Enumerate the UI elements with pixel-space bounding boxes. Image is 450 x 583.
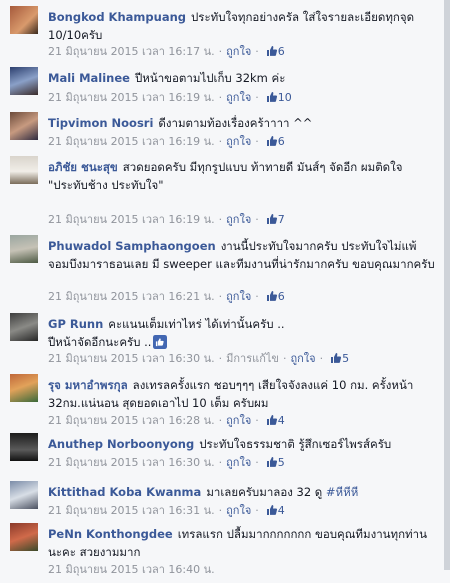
like-count[interactable]: 6: [278, 290, 285, 303]
comment-item: Bongkod Khampuang ประทับใจทุกอย่างครัล ใส…: [0, 6, 443, 66]
thumbs-up-icon: [266, 291, 277, 301]
comment-item: รุจ มหาอำพรกุล ลงเทรลครั้งแรก ชอบๆๆๆ เสีย…: [0, 374, 443, 432]
comment-timestamp[interactable]: 21 มิถุนายน 2015 เวลา 16:30 น.: [48, 456, 215, 469]
commenter-name[interactable]: Mali Malinee: [48, 71, 130, 85]
comment-meta: 21 มิถุนายน 2015 เวลา 16:17 น. · ถูกใจ · 6: [48, 45, 285, 58]
comment-timestamp[interactable]: 21 มิถุนายน 2015 เวลา 16:19 น.: [48, 91, 215, 104]
comment-meta: 21 มิถุนายน 2015 เวลา 16:40 น.: [48, 562, 215, 578]
comment-body-line-2: "ประทับช้าง ประทับใจ": [48, 178, 164, 192]
like-count[interactable]: 6: [278, 135, 285, 148]
scrollbar-track[interactable]: [444, 0, 450, 570]
comment-item: Mali Malinee ปีหน้าขอตามไปเก็บ 32km ค่ะ 2…: [0, 67, 443, 111]
like-count[interactable]: 6: [278, 45, 285, 58]
avatar[interactable]: [10, 156, 38, 184]
avatar[interactable]: [10, 112, 38, 140]
comment-timestamp[interactable]: 21 มิถุนายน 2015 เวลา 16:19 น.: [48, 213, 215, 226]
thumbs-up-icon: [266, 505, 277, 515]
like-link[interactable]: ถูกใจ: [226, 456, 251, 469]
comment-body: ปีหน้าขอตามไปเก็บ 32km ค่ะ: [134, 71, 286, 85]
like-count[interactable]: 4: [278, 504, 285, 517]
comment-text-block: Phuwadol Samphaongoen งานนี้ประทับใจมากคร…: [48, 237, 436, 273]
commenter-name[interactable]: Tipvimon Noosri: [48, 116, 153, 130]
like-count[interactable]: 10: [278, 91, 292, 104]
thumbs-up-icon: [266, 46, 277, 56]
comment-timestamp[interactable]: 21 มิถุนายน 2015 เวลา 16:21 น.: [48, 290, 215, 303]
comment-meta: 21 มิถุนายน 2015 เวลา 16:28 น. · ถูกใจ · 4: [48, 414, 285, 427]
comment-timestamp[interactable]: 21 มิถุนายน 2015 เวลา 16:28 น.: [48, 414, 215, 427]
comment-item: Kittithad Koba Kwanma มาเลยครับมาลอง 32 ด…: [0, 481, 443, 523]
thumbs-up-icon: [266, 457, 277, 467]
comment-body: สวดยอดครับ มีทุกรูปแบบ ท้าทายดี มันส์ๆ จ…: [122, 160, 403, 174]
comment-text-block: Kittithad Koba Kwanma มาเลยครับมาลอง 32 ด…: [48, 483, 436, 501]
like-link[interactable]: ถูกใจ: [226, 45, 251, 58]
comment-timestamp[interactable]: 21 มิถุนายน 2015 เวลา 16:19 น.: [48, 135, 215, 148]
like-link[interactable]: ถูกใจ: [226, 213, 251, 226]
comment-body: คะแนนเต็มเท่าไหร่ ได้เท่านั้นครับ ..: [108, 317, 285, 331]
comment-item: PeNn Konthongdee เทรลแรก ปลื้มมากกกกกกก ข…: [0, 523, 443, 583]
commenter-name[interactable]: รุจ มหาอำพรกุล: [48, 378, 128, 392]
thumbs-up-icon: [266, 92, 277, 102]
avatar[interactable]: [10, 313, 38, 341]
like-link[interactable]: ถูกใจ: [226, 414, 251, 427]
like-link[interactable]: ถูกใจ: [226, 135, 251, 148]
avatar[interactable]: [10, 235, 38, 263]
comment-meta: 21 มิถุนายน 2015 เวลา 16:30 น. · มีการแก้ไ…: [48, 352, 350, 365]
commenter-name[interactable]: Anuthep Norboonyong: [48, 437, 194, 451]
like-link[interactable]: ถูกใจ: [290, 352, 315, 365]
comment-body-line-2: ปีหน้าจัดอีกนะครับ ..: [48, 335, 152, 349]
comment-text-block: Anuthep Norboonyong ประทับใจธรรมชาติ รู้ส…: [48, 435, 436, 453]
like-count[interactable]: 4: [278, 414, 285, 427]
like-link[interactable]: ถูกใจ: [226, 504, 251, 517]
comment-text-block: Tipvimon Noosri ดีงามตามท้องเรื่องคร้าาาา…: [48, 114, 436, 132]
comment-text-block: PeNn Konthongdee เทรลแรก ปลื้มมากกกกกกก ข…: [48, 525, 436, 561]
avatar[interactable]: [10, 67, 38, 95]
like-link[interactable]: ถูกใจ: [226, 290, 251, 303]
comment-text-block: อภิชัย ชนะสุข สวดยอดครับ มีทุกรูปแบบ ท้าท…: [48, 158, 436, 194]
avatar[interactable]: [10, 433, 38, 461]
comment-item: GP Runn คะแนนเต็มเท่าไหร่ ได้เท่านั้นครับ…: [0, 313, 443, 371]
thumbs-up-icon: [266, 415, 277, 425]
thumbs-up-icon: [331, 353, 342, 363]
edited-label[interactable]: มีการแก้ไข: [226, 352, 279, 365]
comment-meta: 21 มิถุนายน 2015 เวลา 16:31 น. · ถูกใจ · 4: [48, 504, 285, 517]
comment-text-block: รุจ มหาอำพรกุล ลงเทรลครั้งแรก ชอบๆๆๆ เสีย…: [48, 376, 436, 412]
thumbs-up-icon: [153, 335, 168, 349]
thumbs-up-icon: [266, 136, 277, 146]
thumbs-up-icon: [266, 214, 277, 224]
commenter-name[interactable]: GP Runn: [48, 317, 103, 331]
commenter-name[interactable]: Phuwadol Samphaongoen: [48, 239, 216, 253]
hashtag-link[interactable]: #หีหีหี: [326, 485, 358, 499]
comment-body: ดีงามตามท้องเรื่องคร้าาาา ^^: [158, 116, 313, 130]
comment-meta: 21 มิถุนายน 2015 เวลา 16:30 น. · ถูกใจ · 5: [48, 456, 285, 469]
like-count[interactable]: 5: [342, 352, 349, 365]
comment-text-block: Bongkod Khampuang ประทับใจทุกอย่างครัล ใส…: [48, 8, 436, 44]
commenter-name[interactable]: Bongkod Khampuang: [48, 10, 186, 24]
avatar[interactable]: [10, 523, 38, 551]
comment-item: Anuthep Norboonyong ประทับใจธรรมชาติ รู้ส…: [0, 433, 443, 475]
comment-timestamp[interactable]: 21 มิถุนายน 2015 เวลา 16:30 น.: [48, 352, 215, 365]
avatar[interactable]: [10, 6, 38, 34]
comment-text-block: Mali Malinee ปีหน้าขอตามไปเก็บ 32km ค่ะ: [48, 69, 436, 87]
like-count[interactable]: 7: [278, 213, 285, 226]
comment-meta: 21 มิถุนายน 2015 เวลา 16:19 น. · ถูกใจ · 10: [48, 91, 292, 104]
comment-item: อภิชัย ชนะสุข สวดยอดครับ มีทุกรูปแบบ ท้าท…: [0, 156, 443, 234]
comment-item: Tipvimon Noosri ดีงามตามท้องเรื่องคร้าาาา…: [0, 112, 443, 156]
comment-meta: 21 มิถุนายน 2015 เวลา 16:19 น. · ถูกใจ · 6: [48, 135, 285, 148]
like-count[interactable]: 5: [278, 456, 285, 469]
comment-body: ประทับใจธรรมชาติ รู้สึกเซอร์ไพรส์ครับ: [199, 437, 392, 451]
comment-body: มาเลยครับมาลอง 32 ดู: [206, 485, 323, 499]
comment-timestamp[interactable]: 21 มิถุนายน 2015 เวลา 16:31 น.: [48, 504, 215, 517]
comment-item: Phuwadol Samphaongoen งานนี้ประทับใจมากคร…: [0, 235, 443, 310]
comment-text-block: GP Runn คะแนนเต็มเท่าไหร่ ได้เท่านั้นครับ…: [48, 315, 436, 351]
comment-meta: 21 มิถุนายน 2015 เวลา 16:19 น. · ถูกใจ · 7: [48, 213, 285, 226]
avatar[interactable]: [10, 374, 38, 402]
commenter-name[interactable]: อภิชัย ชนะสุข: [48, 160, 118, 174]
like-link[interactable]: ถูกใจ: [226, 91, 251, 104]
commenter-name[interactable]: PeNn Konthongdee: [48, 527, 173, 541]
comment-meta: 21 มิถุนายน 2015 เวลา 16:21 น. · ถูกใจ · 6: [48, 290, 285, 303]
avatar[interactable]: [10, 481, 38, 509]
comment-timestamp[interactable]: 21 มิถุนายน 2015 เวลา 16:17 น.: [48, 45, 215, 58]
scrollbar-thumb[interactable]: [444, 0, 450, 570]
commenter-name[interactable]: Kittithad Koba Kwanma: [48, 485, 201, 499]
